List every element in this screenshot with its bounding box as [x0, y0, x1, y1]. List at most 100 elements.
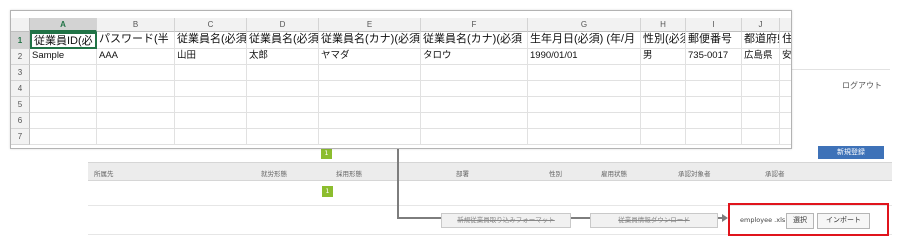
empty-cell[interactable]: [175, 65, 247, 81]
cell-f2[interactable]: タロウ: [421, 49, 528, 65]
pager-bottom[interactable]: 1: [322, 186, 333, 197]
download-employee-info-button[interactable]: 従業員情報ダウンロード: [590, 213, 718, 228]
cell-b1-password[interactable]: パスワード(半: [97, 32, 175, 49]
empty-cell[interactable]: [528, 129, 641, 145]
empty-cell[interactable]: [97, 113, 175, 129]
cell-g2[interactable]: 1990/01/01: [528, 49, 641, 65]
row-header-7[interactable]: 7: [11, 129, 30, 145]
row-header-6[interactable]: 6: [11, 113, 30, 129]
cell-b2[interactable]: AAA: [97, 49, 175, 65]
cell-c1-employee-last-name[interactable]: 従業員名(必須: [175, 32, 247, 49]
empty-cell[interactable]: [30, 97, 97, 113]
column-header-b[interactable]: B: [97, 18, 175, 32]
cell-j2[interactable]: 広島県: [742, 49, 780, 65]
column-header-d[interactable]: D: [247, 18, 319, 32]
column-header-e[interactable]: E: [319, 18, 421, 32]
empty-cell[interactable]: [528, 65, 641, 81]
cell-d1-employee-first-name[interactable]: 従業員名(必須: [247, 32, 319, 49]
column-header-c[interactable]: C: [175, 18, 247, 32]
cell-d2[interactable]: 太郎: [247, 49, 319, 65]
cell-i1-postal-code[interactable]: 郵便番号: [686, 32, 742, 49]
empty-cell[interactable]: [319, 65, 421, 81]
select-all-corner[interactable]: [11, 18, 30, 32]
grid-header-approval-target[interactable]: 承認対象者: [678, 168, 711, 178]
column-header-i[interactable]: I: [686, 18, 742, 32]
empty-cell[interactable]: [175, 129, 247, 145]
empty-cell[interactable]: [30, 81, 97, 97]
empty-cell[interactable]: [97, 65, 175, 81]
grid-header-work-type[interactable]: 就労形態: [261, 168, 287, 178]
row-header-3[interactable]: 3: [11, 65, 30, 81]
empty-cell[interactable]: [97, 97, 175, 113]
grid-header-affiliation[interactable]: 所属先: [94, 168, 114, 178]
empty-cell[interactable]: [686, 81, 742, 97]
cell-a2[interactable]: Sample: [30, 49, 97, 65]
empty-cell[interactable]: [247, 113, 319, 129]
empty-cell[interactable]: [247, 97, 319, 113]
empty-cell[interactable]: [421, 97, 528, 113]
grid-header-employment-status[interactable]: 雇用状態: [601, 168, 627, 178]
empty-cell[interactable]: [97, 81, 175, 97]
column-header-g[interactable]: G: [528, 18, 641, 32]
grid-header-department[interactable]: 部署: [456, 168, 469, 178]
pager-top[interactable]: 1: [321, 148, 332, 159]
row-header-2[interactable]: 2: [11, 49, 30, 65]
empty-cell[interactable]: [742, 81, 780, 97]
empty-cell[interactable]: [641, 65, 686, 81]
cell-h1-gender[interactable]: 性別(必須: [641, 32, 686, 49]
empty-cell[interactable]: [780, 129, 791, 145]
empty-cell[interactable]: [686, 113, 742, 129]
empty-cell[interactable]: [319, 97, 421, 113]
grid-header-approver[interactable]: 承認者: [765, 168, 785, 178]
empty-cell[interactable]: [319, 129, 421, 145]
empty-cell[interactable]: [742, 129, 780, 145]
empty-cell[interactable]: [780, 65, 791, 81]
empty-cell[interactable]: [641, 97, 686, 113]
empty-cell[interactable]: [528, 97, 641, 113]
cell-e1-employee-last-name-kana[interactable]: 従業員名(カナ)(必須: [319, 32, 421, 49]
empty-cell[interactable]: [686, 65, 742, 81]
empty-cell[interactable]: [528, 113, 641, 129]
cell-c2[interactable]: 山田: [175, 49, 247, 65]
empty-cell[interactable]: [97, 129, 175, 145]
empty-cell[interactable]: [247, 81, 319, 97]
column-header-j[interactable]: J: [742, 18, 780, 32]
empty-cell[interactable]: [686, 97, 742, 113]
cell-k2[interactable]: 安: [780, 49, 791, 65]
empty-cell[interactable]: [528, 81, 641, 97]
download-format-button[interactable]: 新規従業員取り込みフォーマット: [441, 213, 571, 228]
empty-cell[interactable]: [686, 129, 742, 145]
cell-h2[interactable]: 男: [641, 49, 686, 65]
empty-cell[interactable]: [247, 65, 319, 81]
cell-a1-employee-id[interactable]: 従業員ID(必: [30, 32, 97, 49]
cell-j1-prefecture[interactable]: 都道府県: [742, 32, 780, 49]
empty-cell[interactable]: [421, 129, 528, 145]
grid-header-hire-type[interactable]: 採用形態: [336, 168, 362, 178]
empty-cell[interactable]: [641, 81, 686, 97]
empty-cell[interactable]: [175, 81, 247, 97]
cell-k1-address[interactable]: 住: [780, 32, 791, 49]
cell-f1-employee-first-name-kana[interactable]: 従業員名(カナ)(必須: [421, 32, 528, 49]
empty-cell[interactable]: [641, 113, 686, 129]
select-file-button[interactable]: 選択: [786, 213, 814, 229]
row-header-4[interactable]: 4: [11, 81, 30, 97]
empty-cell[interactable]: [421, 65, 528, 81]
empty-cell[interactable]: [30, 113, 97, 129]
empty-cell[interactable]: [30, 65, 97, 81]
cell-g1-birth-date[interactable]: 生年月日(必須) (年/月: [528, 32, 641, 49]
column-header-f[interactable]: F: [421, 18, 528, 32]
empty-cell[interactable]: [247, 129, 319, 145]
empty-cell[interactable]: [742, 113, 780, 129]
column-header-a[interactable]: A: [30, 18, 97, 32]
empty-cell[interactable]: [421, 113, 528, 129]
row-header-1[interactable]: 1: [11, 32, 30, 49]
empty-cell[interactable]: [742, 97, 780, 113]
import-button[interactable]: インポート: [817, 213, 870, 229]
cell-e2[interactable]: ヤマダ: [319, 49, 421, 65]
empty-cell[interactable]: [421, 81, 528, 97]
empty-cell[interactable]: [319, 113, 421, 129]
grid-header-gender[interactable]: 性別: [549, 168, 562, 178]
empty-cell[interactable]: [780, 113, 791, 129]
empty-cell[interactable]: [175, 97, 247, 113]
new-registration-button[interactable]: 新規登録: [818, 146, 884, 159]
